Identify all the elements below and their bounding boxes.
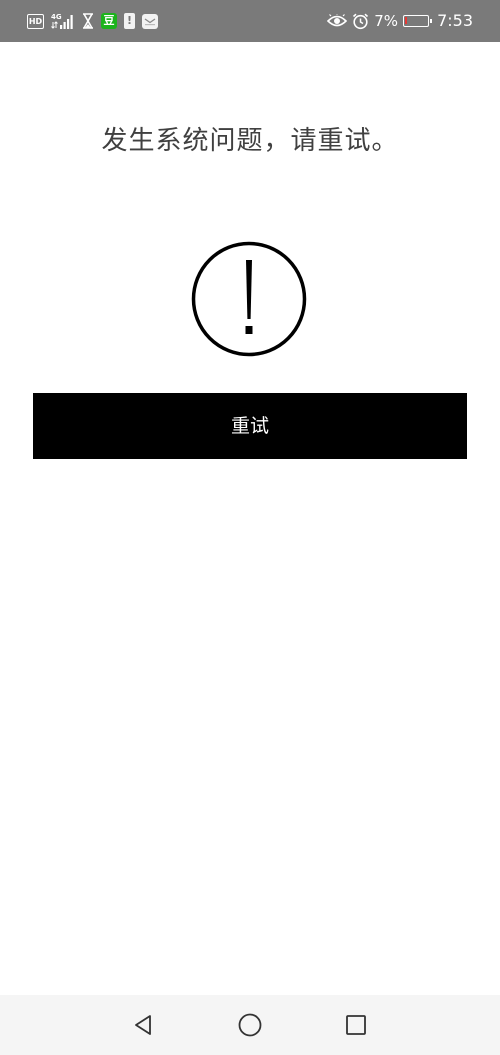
- hd-icon: HD: [27, 13, 44, 29]
- mail-icon: [142, 13, 158, 29]
- network-type-label: 4G: [51, 13, 62, 21]
- status-bar-left: HD 4G 豆 !: [27, 10, 158, 32]
- eye-icon: [327, 14, 348, 28]
- recents-button[interactable]: [339, 1008, 373, 1042]
- error-message: 发生系统问题，请重试。: [101, 126, 399, 156]
- home-button[interactable]: [233, 1008, 267, 1042]
- navigation-bar: [0, 995, 500, 1055]
- back-icon: [135, 1015, 151, 1035]
- error-screen: HD 4G 豆 ! 7% 7:53 发生系统问题，请重试。 重试: [0, 0, 500, 1055]
- status-bar: HD 4G 豆 ! 7% 7:53: [0, 0, 500, 42]
- alarm-icon: [352, 13, 369, 30]
- recents-icon: [346, 1015, 366, 1035]
- retry-button[interactable]: 重试: [33, 393, 467, 459]
- exclamation-circle-icon: [191, 241, 307, 357]
- douban-app-icon: 豆: [101, 13, 117, 29]
- home-icon: [238, 1013, 262, 1037]
- battery-level-fill: [405, 17, 408, 24]
- alert-app-icon: !: [124, 13, 135, 29]
- battery-icon: [403, 15, 433, 27]
- status-bar-right: 7% 7:53: [327, 10, 473, 32]
- hourglass-icon: [82, 13, 94, 29]
- clock-time: 7:53: [437, 11, 473, 30]
- battery-percentage: 7%: [374, 12, 399, 30]
- back-button[interactable]: [126, 1008, 160, 1042]
- signal-icon: 4G: [51, 12, 75, 30]
